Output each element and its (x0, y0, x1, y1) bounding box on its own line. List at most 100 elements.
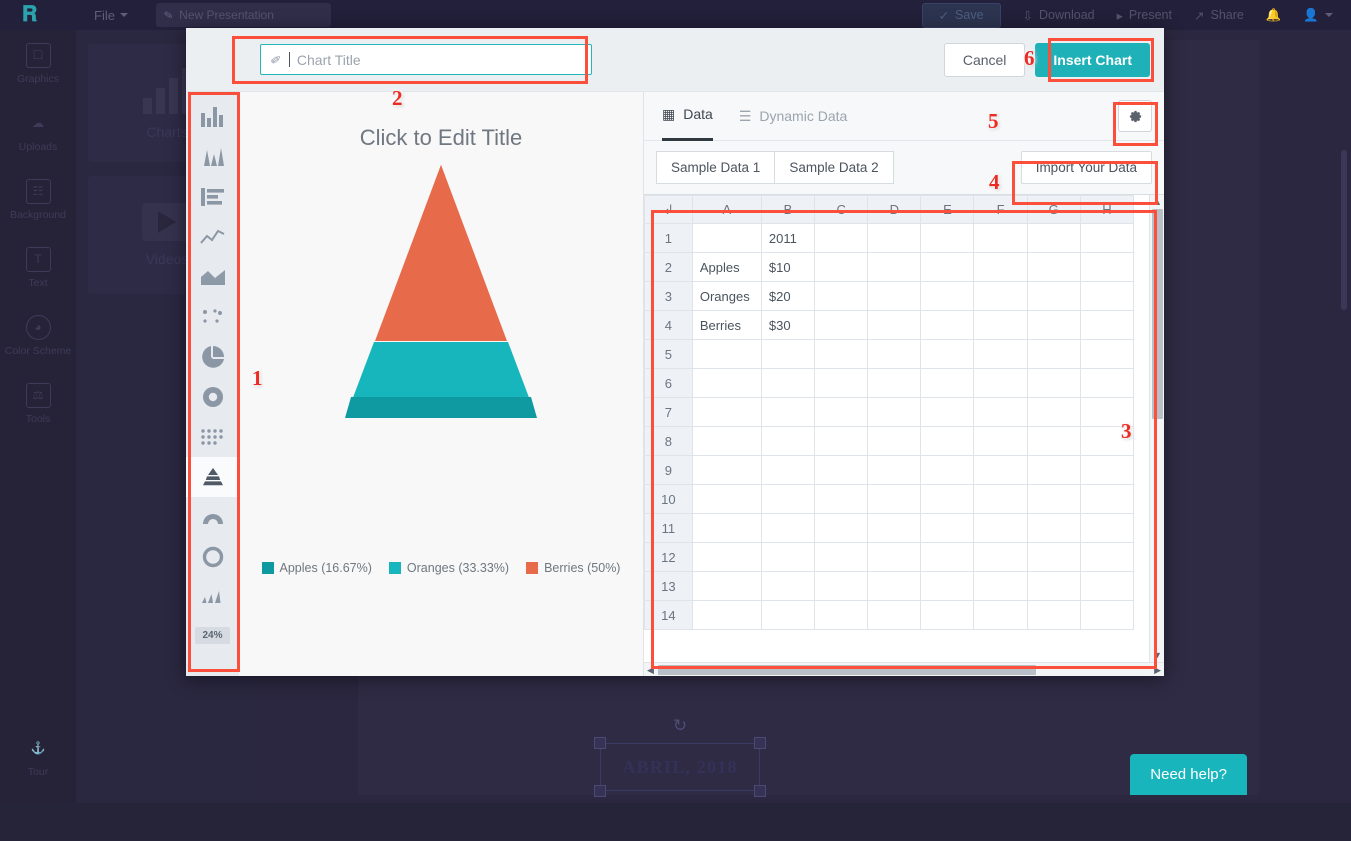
chart-type-sparkline-chart-icon[interactable] (186, 577, 239, 617)
cell[interactable]: $30 (761, 311, 814, 340)
row-header[interactable]: 10 (645, 485, 693, 514)
cell[interactable] (815, 369, 868, 398)
cell[interactable] (1027, 311, 1080, 340)
cell[interactable] (692, 369, 761, 398)
row-header[interactable]: 8 (645, 427, 693, 456)
row-header[interactable]: 4 (645, 311, 693, 340)
table-row[interactable]: 4Berries$30 (645, 311, 1134, 340)
row-header[interactable]: 14 (645, 601, 693, 630)
import-your-data-button[interactable]: Import Your Data (1021, 151, 1152, 184)
cell[interactable] (815, 311, 868, 340)
cell[interactable]: Berries (692, 311, 761, 340)
sidebar-item-color-scheme[interactable]: ◕ Color Scheme (0, 302, 76, 370)
cell[interactable] (974, 369, 1027, 398)
scroll-up-arrow-icon[interactable]: ▲ (1153, 197, 1162, 207)
cell[interactable] (1027, 282, 1080, 311)
table-row[interactable]: 12011 (645, 224, 1134, 253)
cell[interactable] (868, 224, 921, 253)
row-header[interactable]: 12 (645, 543, 693, 572)
cell[interactable] (868, 485, 921, 514)
column-header-d[interactable]: D (868, 196, 921, 224)
chart-type-gauge-chart-icon[interactable] (186, 497, 239, 537)
download-button[interactable]: ⇩ Download (1023, 8, 1095, 23)
canvas-scrollbar[interactable] (1341, 150, 1347, 310)
notifications-button[interactable]: 🔔 (1266, 8, 1282, 23)
chart-settings-button[interactable] (1118, 100, 1152, 132)
chart-type-peak-chart-icon[interactable] (186, 137, 239, 177)
sidebar-item-text[interactable]: T Text (0, 234, 76, 302)
grid-vertical-scrollbar[interactable]: ▲ ▼ (1149, 195, 1164, 662)
cancel-button[interactable]: Cancel (944, 43, 1026, 77)
cell[interactable] (1027, 340, 1080, 369)
cell[interactable] (921, 398, 974, 427)
cell[interactable] (761, 572, 814, 601)
cell[interactable] (868, 601, 921, 630)
table-row[interactable]: 8 (645, 427, 1134, 456)
cell[interactable] (1080, 543, 1133, 572)
cell[interactable]: $10 (761, 253, 814, 282)
legend-item[interactable]: Apples (16.67%) (262, 561, 372, 575)
preview-chart-title[interactable]: Click to Edit Title (360, 125, 523, 151)
present-button[interactable]: ▸ Present (1117, 8, 1172, 23)
cell[interactable] (761, 427, 814, 456)
table-row[interactable]: 5 (645, 340, 1134, 369)
cell[interactable] (761, 456, 814, 485)
cell[interactable] (974, 398, 1027, 427)
cell[interactable] (1027, 485, 1080, 514)
cell[interactable]: $20 (761, 282, 814, 311)
cell[interactable] (974, 253, 1027, 282)
table-row[interactable]: 7 (645, 398, 1134, 427)
chart-type-dot-matrix-chart-icon[interactable] (186, 417, 239, 457)
chart-type-column-chart-icon[interactable] (186, 97, 239, 137)
cell[interactable] (761, 485, 814, 514)
cell[interactable] (1080, 456, 1133, 485)
chart-title-input[interactable]: ✏ Chart Title (260, 44, 592, 75)
cell[interactable] (1080, 253, 1133, 282)
cell[interactable] (1027, 514, 1080, 543)
cell[interactable] (974, 224, 1027, 253)
cell[interactable] (974, 282, 1027, 311)
cell[interactable] (1080, 572, 1133, 601)
need-help-button[interactable]: Need help? (1130, 754, 1247, 795)
cell[interactable] (815, 601, 868, 630)
cell[interactable] (974, 543, 1027, 572)
cell[interactable] (815, 224, 868, 253)
cell[interactable] (815, 398, 868, 427)
row-header[interactable]: 13 (645, 572, 693, 601)
cell[interactable] (815, 427, 868, 456)
cell[interactable] (868, 456, 921, 485)
cell[interactable] (761, 369, 814, 398)
column-header-c[interactable]: C (815, 196, 868, 224)
cell[interactable] (974, 601, 1027, 630)
cell[interactable] (921, 601, 974, 630)
cell[interactable] (692, 340, 761, 369)
table-row[interactable]: 14 (645, 601, 1134, 630)
cell[interactable] (1080, 601, 1133, 630)
cell[interactable] (1080, 369, 1133, 398)
cell[interactable] (692, 398, 761, 427)
legend-item[interactable]: Berries (50%) (526, 561, 620, 575)
cell[interactable] (1027, 253, 1080, 282)
cell[interactable] (1080, 485, 1133, 514)
cell[interactable] (815, 485, 868, 514)
percent-badge[interactable]: 24% (195, 627, 229, 644)
cell[interactable] (1027, 543, 1080, 572)
chart-type-line-chart-icon[interactable] (186, 217, 239, 257)
cell[interactable] (815, 282, 868, 311)
chart-preview[interactable]: Click to Edit Title (239, 91, 644, 676)
cell[interactable] (921, 572, 974, 601)
row-header[interactable]: 6 (645, 369, 693, 398)
cell[interactable] (761, 543, 814, 572)
cell[interactable] (1027, 572, 1080, 601)
account-menu[interactable]: 👤 (1303, 8, 1333, 23)
share-button[interactable]: ↗ Share (1194, 8, 1244, 23)
chart-type-ring-chart-icon[interactable] (186, 537, 239, 577)
column-header-e[interactable]: E (921, 196, 974, 224)
cell[interactable] (1080, 427, 1133, 456)
cell[interactable] (868, 369, 921, 398)
table-row[interactable]: 9 (645, 456, 1134, 485)
sidebar-item-tour[interactable]: ⚓ Tour (0, 723, 76, 791)
tab-dynamic-data[interactable]: ☰ Dynamic Data (739, 92, 847, 141)
cell[interactable] (921, 224, 974, 253)
column-header-h[interactable]: H (1080, 196, 1133, 224)
